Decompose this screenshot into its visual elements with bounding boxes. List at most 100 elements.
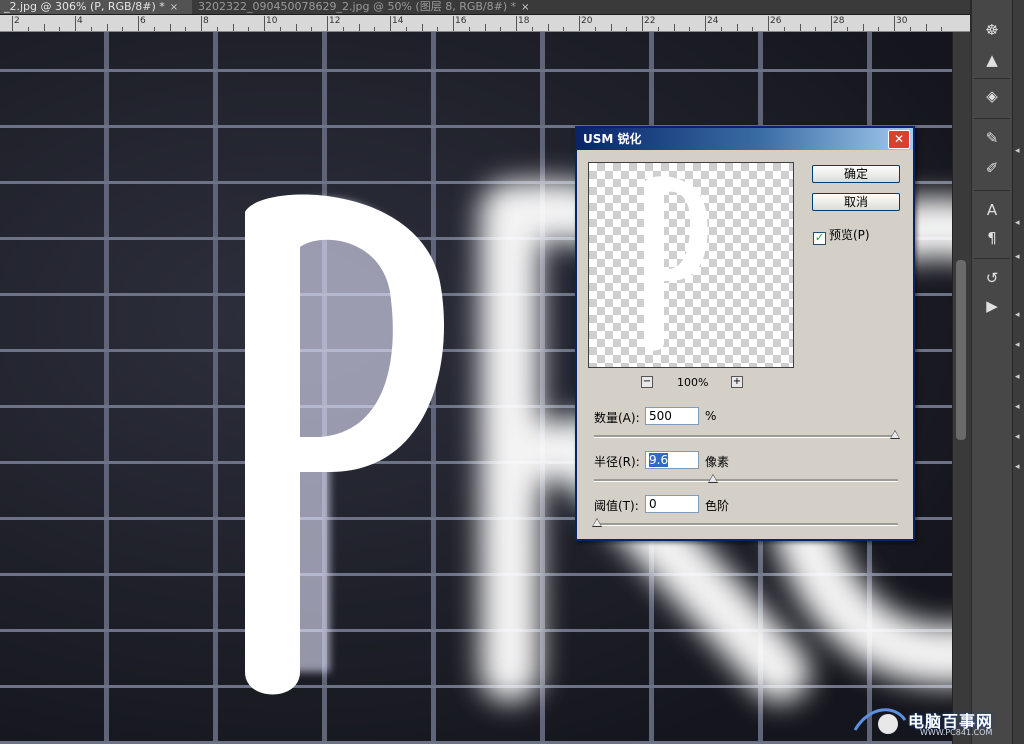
levels-icon[interactable]: ▲ <box>978 48 1006 72</box>
cube-icon[interactable]: ◈ <box>978 84 1006 108</box>
ruler-minor-tick <box>689 27 691 31</box>
history-icon[interactable]: ↺ <box>978 266 1006 290</box>
threshold-label: 阈值(T): <box>594 499 639 513</box>
ruler-minor-tick <box>673 24 675 31</box>
amount-slider-thumb[interactable] <box>890 430 900 439</box>
panel-collapse-icon[interactable]: ◂ <box>1015 146 1020 156</box>
ruler-minor-tick <box>909 27 911 31</box>
ruler-tick-label: 16 <box>455 16 467 26</box>
panel-collapse-icon[interactable]: ◂ <box>1015 218 1020 228</box>
ruler-minor-tick <box>169 24 171 31</box>
panel-collapse-icon[interactable]: ◂ <box>1015 310 1020 320</box>
ruler-minor-tick <box>295 24 297 31</box>
site-watermark: 电脑百事网 WWW.PC841.COM <box>850 700 1020 740</box>
ruler-minor-tick <box>736 24 738 31</box>
radius-slider-thumb[interactable] <box>708 474 718 483</box>
ruler-minor-tick <box>815 27 817 31</box>
amount-input[interactable]: 500 <box>645 407 699 425</box>
preview-toggle[interactable]: ✓ 预览(P) <box>813 226 870 245</box>
ruler-tick <box>768 16 769 31</box>
ruler-minor-tick <box>925 24 927 31</box>
ruler-tick-label: 12 <box>329 16 341 26</box>
ruler-tick-label: 18 <box>518 16 530 26</box>
dial-icon[interactable]: ☸ <box>978 18 1006 42</box>
ruler-minor-tick <box>862 24 864 31</box>
threshold-slider[interactable] <box>592 518 898 527</box>
ruler-tick-label: 28 <box>833 16 845 26</box>
threshold-input[interactable]: 0 <box>645 495 699 513</box>
ruler-tick-label: 20 <box>581 16 593 26</box>
ruler-tick <box>201 16 202 31</box>
ruler-minor-tick <box>610 24 612 31</box>
document-tab-inactive[interactable]: 3202322_090450078629_2.jpg @ 50% (图层 8, … <box>194 0 544 14</box>
zoom-in-button[interactable]: + <box>731 376 743 388</box>
ruler-minor-tick <box>405 27 407 31</box>
paragraph-icon[interactable]: ¶ <box>978 226 1006 250</box>
ruler-tick <box>705 16 706 31</box>
panel-collapse-icon[interactable]: ◂ <box>1015 432 1020 442</box>
ruler-minor-tick <box>720 27 722 31</box>
panel-collapse-icon[interactable]: ◂ <box>1015 340 1020 350</box>
dialog-title-bar[interactable]: USM 锐化 ✕ <box>577 128 913 150</box>
panel-collapse-icon[interactable]: ◂ <box>1015 372 1020 382</box>
ruler-minor-tick <box>878 27 880 31</box>
radius-input[interactable]: 9.6 <box>645 451 699 469</box>
ruler-minor-tick <box>232 24 234 31</box>
dialog-title: USM 锐化 <box>583 132 642 146</box>
panel-collapse-icon[interactable]: ◂ <box>1015 252 1020 262</box>
ruler-minor-tick <box>468 27 470 31</box>
ruler-tick <box>642 16 643 31</box>
ruler-tick <box>327 16 328 31</box>
ruler-tick-label: 30 <box>896 16 908 26</box>
preview-letter <box>644 176 708 351</box>
panel-collapse-icon[interactable]: ◂ <box>1015 402 1020 412</box>
tab-label: _2.jpg @ 306% (P, RGB/8#) * <box>4 0 165 13</box>
ruler-minor-tick <box>358 24 360 31</box>
ruler-minor-tick <box>59 27 61 31</box>
ruler-tick-label: 2 <box>14 16 20 26</box>
ok-button[interactable]: 确定 <box>812 165 900 183</box>
character-icon[interactable]: A <box>978 198 1006 222</box>
ruler-tick <box>75 16 76 31</box>
document-tab-active[interactable]: _2.jpg @ 306% (P, RGB/8#) * × <box>0 0 192 14</box>
preview-checkbox[interactable]: ✓ <box>813 232 826 245</box>
ruler-minor-tick <box>279 27 281 31</box>
preview-window[interactable] <box>588 162 794 368</box>
amount-slider[interactable] <box>594 430 900 439</box>
ruler-minor-tick <box>248 27 250 31</box>
vertical-scrollbar[interactable] <box>952 32 971 744</box>
ruler-tick <box>453 16 454 31</box>
amount-unit: % <box>705 409 717 423</box>
scrollbar-thumb[interactable] <box>956 260 966 440</box>
cancel-button[interactable]: 取消 <box>812 193 900 211</box>
zoom-value: 100% <box>677 376 709 389</box>
play-icon[interactable]: ▶ <box>978 294 1006 318</box>
ruler-minor-tick <box>421 24 423 31</box>
threshold-slider-thumb[interactable] <box>592 518 602 527</box>
ruler-minor-tick <box>27 27 29 31</box>
ruler-minor-tick <box>106 24 108 31</box>
collapsed-panels: ◂ ◂ ◂ ◂ ◂ ◂ ◂ ◂ ◂ <box>1012 0 1024 744</box>
ruler-minor-tick <box>484 24 486 31</box>
brush-icon[interactable]: ✐ <box>978 156 1006 180</box>
ruler-minor-tick <box>342 27 344 31</box>
zoom-out-button[interactable]: − <box>641 376 653 388</box>
ruler-tick <box>264 16 265 31</box>
tab-close-icon[interactable]: × <box>521 1 529 14</box>
ruler-minor-tick <box>626 27 628 31</box>
close-icon[interactable]: ✕ <box>888 130 910 149</box>
ruler-minor-tick <box>374 27 376 31</box>
tab-close-icon[interactable]: × <box>170 1 178 14</box>
preview-label: 预览(P) <box>829 228 870 242</box>
radius-unit: 像素 <box>705 455 730 469</box>
ruler-tick <box>579 16 580 31</box>
ruler-tick <box>12 16 13 31</box>
panel-collapse-icon[interactable]: ◂ <box>1015 462 1020 472</box>
ruler-minor-tick <box>547 24 549 31</box>
brush-preset-icon[interactable]: ✎ <box>978 126 1006 150</box>
watermark-url: WWW.PC841.COM <box>920 728 993 737</box>
radius-slider[interactable] <box>594 474 898 483</box>
ruler-minor-tick <box>43 24 45 31</box>
ruler-tick <box>390 16 391 31</box>
logo-icon <box>853 708 907 734</box>
